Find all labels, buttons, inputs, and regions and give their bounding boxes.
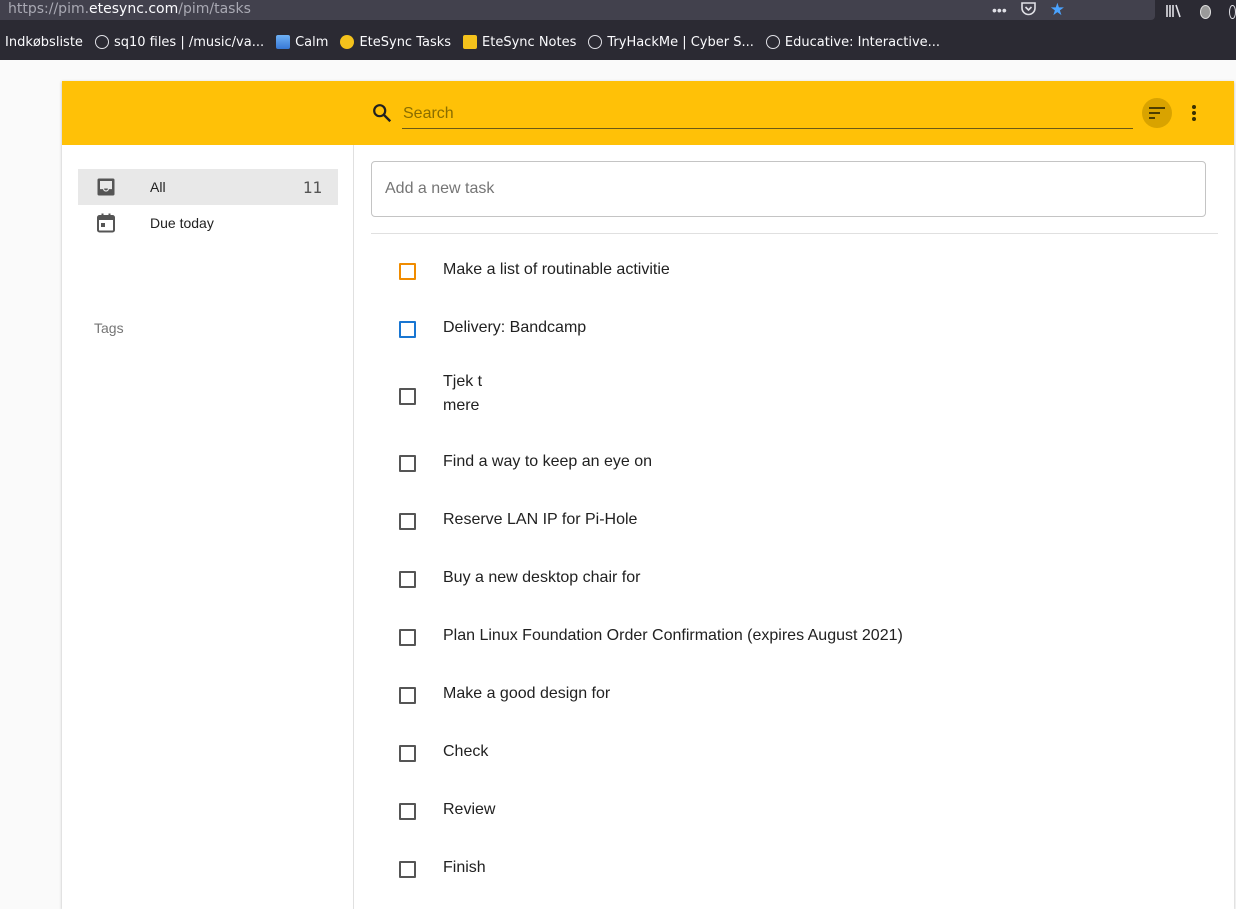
task-title: Finish <box>443 859 486 876</box>
task-item[interactable]: Finish <box>371 844 1218 892</box>
task-title: Delivery: Bandcamp <box>443 319 587 336</box>
task-checkbox[interactable] <box>399 745 416 762</box>
task-checkbox[interactable] <box>399 263 416 280</box>
task-checkbox[interactable] <box>399 513 416 530</box>
task-title: Review <box>443 801 496 818</box>
search-input[interactable] <box>402 99 1133 129</box>
more-options-button[interactable] <box>1184 98 1204 128</box>
search-icon <box>373 104 392 123</box>
task-checkbox[interactable] <box>399 321 416 338</box>
task-item[interactable]: Delivery: Bandcamp <box>371 304 1218 352</box>
url-bar[interactable]: https://pim.etesync.com/pim/tasks ••• ★ <box>0 0 1155 20</box>
task-count-badge: 11 <box>302 177 322 197</box>
task-checkbox[interactable] <box>399 571 416 588</box>
task-title: Reserve LAN IP for Pi-Hole <box>443 511 638 528</box>
task-item[interactable]: Reserve LAN IP for Pi-Hole <box>371 496 1218 544</box>
url-text: https://pim.etesync.com/pim/tasks <box>8 1 251 17</box>
sidebar-item-all[interactable]: All 11 <box>78 169 338 205</box>
divider <box>371 233 1218 234</box>
task-item[interactable]: Buy a new desktop chair for <box>371 554 1218 602</box>
task-checkbox[interactable] <box>399 687 416 704</box>
add-task-input[interactable] <box>371 161 1206 217</box>
task-item[interactable]: Tjek t mere <box>371 362 1218 430</box>
globe-icon <box>765 35 780 49</box>
calendar-icon <box>97 213 115 233</box>
app-bar <box>62 81 1234 145</box>
bookmark-sq10-files[interactable]: sq10 files | /music/va... <box>94 35 264 50</box>
task-item[interactable]: Find a way to keep an eye on <box>371 438 1218 486</box>
page-actions-icon[interactable]: ••• <box>992 2 1007 18</box>
more-vert-icon <box>1192 105 1196 121</box>
task-item[interactable]: Plan Linux Foundation Order Confirmation… <box>371 612 1218 660</box>
sort-icon <box>1149 107 1165 119</box>
sidebar-item-due-today[interactable]: Due today <box>78 205 338 241</box>
bookmark-indkobsliste[interactable]: Indkøbsliste <box>5 35 83 50</box>
calm-icon <box>276 35 291 49</box>
sidebar-item-label: All <box>150 179 166 195</box>
task-item[interactable]: Make a good design for <box>371 670 1218 718</box>
globe-icon <box>588 35 603 49</box>
task-checkbox[interactable] <box>399 861 416 878</box>
inbox-icon <box>97 178 115 196</box>
task-title: Buy a new desktop chair for <box>443 569 641 586</box>
task-item[interactable]: Make a list of routinable activitie <box>371 246 1218 294</box>
account-avatar-icon[interactable] <box>1200 5 1212 19</box>
task-checkbox[interactable] <box>399 388 416 405</box>
bookmark-calm[interactable]: Calm <box>276 35 328 50</box>
bookmark-etesync-notes[interactable]: EteSync Notes <box>463 35 576 50</box>
tags-heading: Tags <box>94 320 124 336</box>
task-title: Tjek t mere <box>443 373 483 414</box>
task-checkbox[interactable] <box>399 629 416 646</box>
task-title: Find a way to keep an eye on <box>443 453 653 470</box>
task-checkbox[interactable] <box>399 803 416 820</box>
bookmark-etesync-tasks[interactable]: EteSync Tasks <box>340 35 451 50</box>
bookmark-star-icon[interactable]: ★ <box>1050 0 1065 20</box>
bookmarks-toolbar: Indkøbsliste sq10 files | /music/va... C… <box>0 24 1236 60</box>
bookmark-educative[interactable]: Educative: Interactive... <box>765 35 940 50</box>
task-title: Make a good design for <box>443 685 611 702</box>
task-checkbox[interactable] <box>399 455 416 472</box>
extension-icon[interactable] <box>1229 5 1236 19</box>
bookmark-tryhackme[interactable]: TryHackMe | Cyber S... <box>588 35 754 50</box>
sidebar: All 11 Due today Tags <box>62 145 354 909</box>
sort-button[interactable] <box>1142 98 1172 128</box>
task-title: Plan Linux Foundation Order Confirmation… <box>443 627 903 644</box>
task-title: Check <box>443 743 489 760</box>
notes-icon <box>463 35 478 49</box>
browser-toolbar: https://pim.etesync.com/pim/tasks ••• ★ <box>0 0 1236 24</box>
task-item[interactable]: Review <box>371 786 1218 834</box>
task-item[interactable]: Check <box>371 728 1218 776</box>
sidebar-item-label: Due today <box>150 215 214 231</box>
globe-icon <box>94 35 109 49</box>
library-icon[interactable] <box>1166 4 1182 21</box>
task-title: Make a list of routinable activitie <box>443 261 670 278</box>
tasks-app: All 11 Due today Tags Make a list of rou… <box>62 81 1234 909</box>
etesync-icon <box>340 35 355 49</box>
task-list-panel: Make a list of routinable activitie Deli… <box>355 145 1234 909</box>
pocket-icon[interactable] <box>1020 1 1036 19</box>
